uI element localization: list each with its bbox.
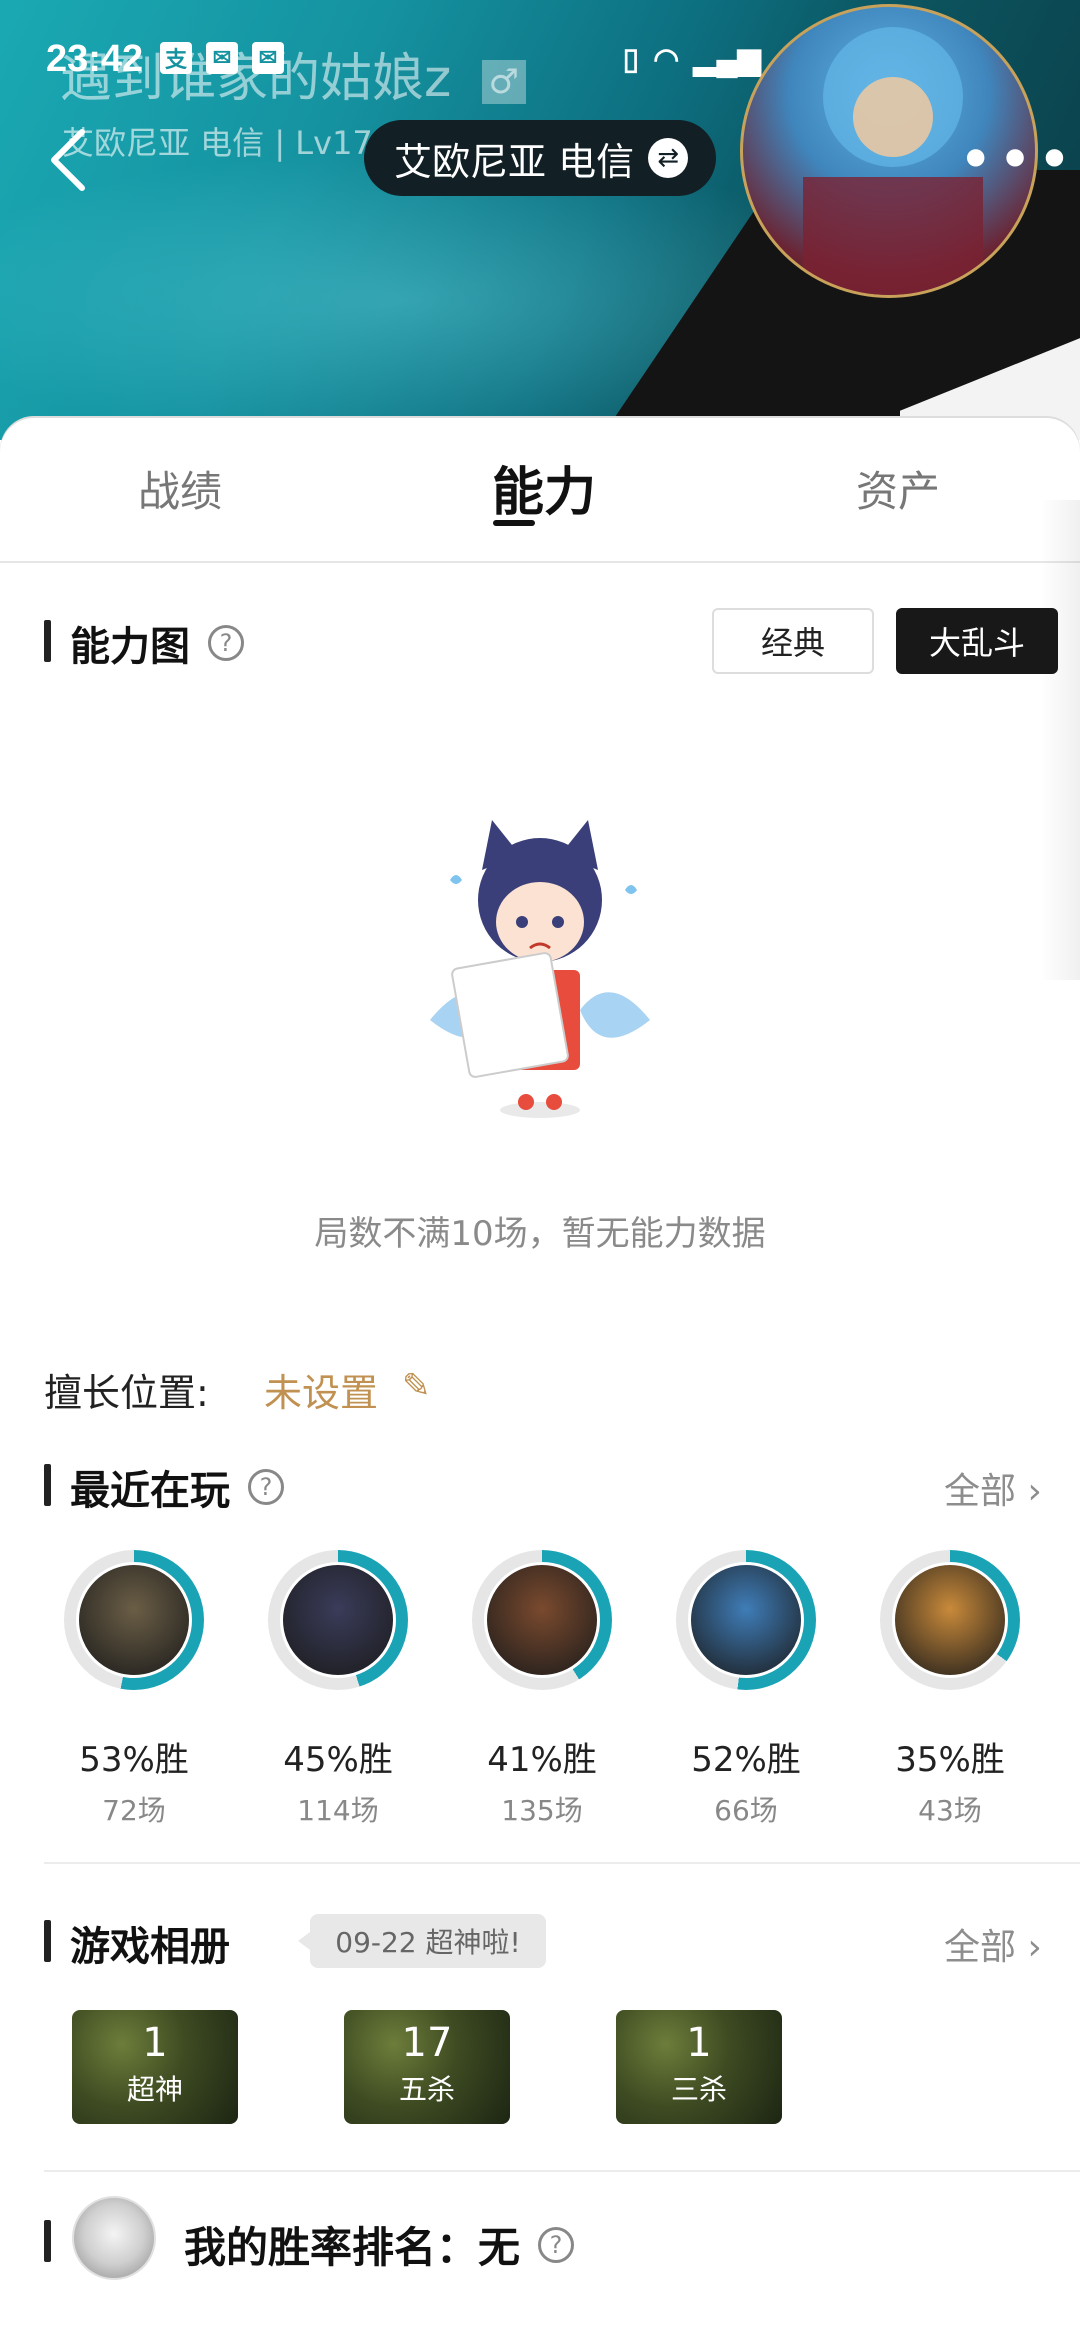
champion-item[interactable]: 41%胜 135场 bbox=[472, 1550, 612, 1829]
album-tip-bubble: 09-22 超神啦! bbox=[298, 1914, 546, 1968]
help-icon[interactable]: ? bbox=[208, 625, 244, 661]
section-marker bbox=[44, 1464, 51, 1506]
alipay-icon: 支 bbox=[160, 42, 192, 74]
section-marker bbox=[44, 1920, 51, 1962]
more-options-icon[interactable]: ••• bbox=[958, 130, 1076, 190]
section-marker bbox=[44, 2220, 51, 2262]
empty-state-text: 局数不满10场，暂无能力数据 bbox=[314, 1214, 766, 1254]
album-item[interactable]: 17 五杀 bbox=[344, 2010, 510, 2124]
champion-item[interactable]: 53%胜 72场 bbox=[64, 1550, 204, 1829]
chevron-right-icon: › bbox=[1016, 1471, 1042, 1512]
status-notification-icons: 支 ✉ ✉ bbox=[160, 42, 284, 74]
section-divider bbox=[44, 2170, 1080, 2172]
champion-games: 43场 bbox=[918, 1794, 982, 1827]
album-section-title: 游戏相册 bbox=[70, 1924, 230, 1970]
winrate-ring bbox=[472, 1550, 612, 1690]
champion-portrait bbox=[76, 1562, 192, 1678]
champion-winrate: 45%胜 bbox=[283, 1740, 393, 1780]
champion-portrait bbox=[280, 1562, 396, 1678]
mode-classic-button[interactable]: 经典 bbox=[712, 608, 874, 674]
ability-section-title: 能力图 ? bbox=[70, 614, 244, 672]
champion-games: 114场 bbox=[297, 1794, 379, 1827]
mail-icon: ✉ bbox=[206, 42, 238, 74]
champion-portrait bbox=[484, 1562, 600, 1678]
status-time: 23:42 bbox=[46, 38, 144, 80]
edge-shadow bbox=[1040, 500, 1080, 980]
album-all-link[interactable]: 全部 › bbox=[944, 1918, 1042, 1970]
champion-item[interactable]: 45%胜 114场 bbox=[268, 1550, 408, 1829]
server-level-line: 艾欧尼亚 电信 | Lv173 bbox=[62, 124, 394, 162]
signal-icon: ▂▄▆ bbox=[693, 43, 761, 76]
winrate-ring bbox=[676, 1550, 816, 1690]
champion-winrate: 53%胜 bbox=[79, 1740, 189, 1780]
server-name: 艾欧尼亚 电信 bbox=[394, 139, 635, 184]
tab-assets[interactable]: 资产 bbox=[856, 458, 940, 519]
winrate-ring bbox=[880, 1550, 1020, 1690]
rank-avatar bbox=[72, 2196, 156, 2280]
winrate-ring bbox=[64, 1550, 204, 1690]
mail-icon: ✉ bbox=[252, 42, 284, 74]
champion-games: 135场 bbox=[501, 1794, 583, 1827]
champion-item[interactable]: 35%胜 43场 bbox=[880, 1550, 1020, 1829]
wifi-icon: ◠ bbox=[653, 43, 680, 76]
edit-pencil-icon[interactable]: ✎ bbox=[402, 1366, 431, 1406]
recent-section-title: 最近在玩 ? bbox=[70, 1458, 284, 1516]
position-label: 擅长位置: bbox=[44, 1371, 209, 1415]
album-item[interactable]: 1 超神 bbox=[72, 2010, 238, 2124]
champion-winrate: 41%胜 bbox=[487, 1740, 597, 1780]
section-divider bbox=[44, 1862, 1080, 1864]
help-icon[interactable]: ? bbox=[248, 1469, 284, 1505]
chevron-right-icon: › bbox=[1016, 1927, 1042, 1968]
vibrate-icon: ▯ bbox=[622, 43, 640, 76]
mode-aram-button[interactable]: 大乱斗 bbox=[896, 608, 1058, 674]
champion-portrait bbox=[892, 1562, 1008, 1678]
champion-games: 66场 bbox=[714, 1794, 778, 1827]
album-item[interactable]: 1 三杀 bbox=[616, 2010, 782, 2124]
empty-state-illustration bbox=[430, 820, 650, 1118]
tab-record[interactable]: 战绩 bbox=[138, 458, 222, 519]
swap-icon: ⇄ bbox=[648, 138, 689, 178]
champion-games: 72场 bbox=[102, 1794, 166, 1827]
winrate-rank: 我的胜率排名：无 ? bbox=[184, 2214, 575, 2275]
back-icon[interactable] bbox=[40, 120, 100, 200]
winrate-ring bbox=[268, 1550, 408, 1690]
server-switch-button[interactable]: 艾欧尼亚 电信 ⇄ bbox=[364, 120, 716, 196]
champion-winrate: 52%胜 bbox=[691, 1740, 801, 1780]
section-marker bbox=[44, 620, 51, 662]
recent-all-link[interactable]: 全部 › bbox=[944, 1462, 1042, 1514]
tab-bar: 战绩 能力 资产 bbox=[0, 418, 1080, 563]
tab-ability[interactable]: 能力 bbox=[492, 450, 596, 525]
champion-item[interactable]: 52%胜 66场 bbox=[676, 1550, 816, 1829]
champion-portrait bbox=[688, 1562, 804, 1678]
position-value[interactable]: 未设置 bbox=[264, 1362, 378, 1417]
champion-winrate: 35%胜 bbox=[895, 1740, 1005, 1780]
help-icon[interactable]: ? bbox=[538, 2226, 575, 2263]
tab-active-indicator bbox=[493, 520, 535, 526]
